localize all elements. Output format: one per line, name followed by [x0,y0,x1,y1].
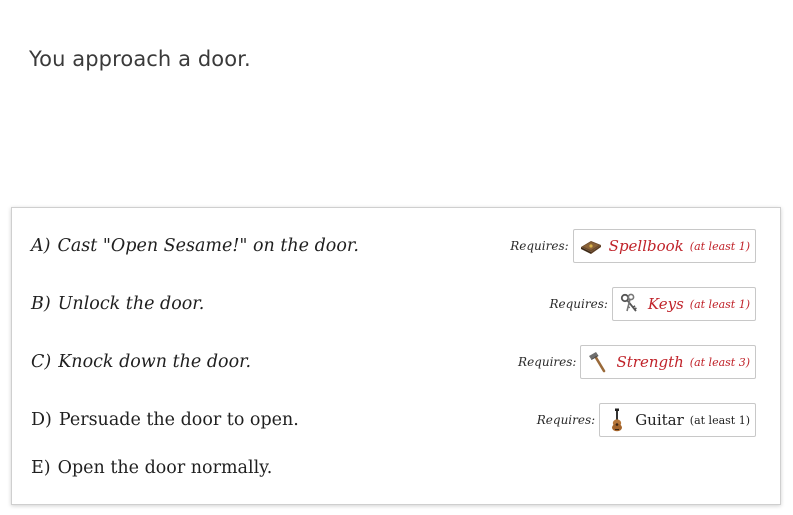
choice-c-text: C) Knock down the door. [31,352,251,372]
choice-b-text: B) Unlock the door. [31,294,204,314]
choice-letter: A) [31,236,51,256]
requires-label: Requires: [510,239,569,253]
choice-label: Persuade the door to open. [58,410,299,430]
keys-icon [620,293,637,312]
choice-c: C) Knock down the door. Requires: Strengt… [12,342,780,382]
choice-letter: C) [31,352,52,372]
choice-label: Cast "Open Sesame!" on the door. [57,236,359,256]
requirement-quantity: (at least 1) [689,413,750,427]
choice-d[interactable]: D) Persuade the door to open. Requires: G… [12,400,780,440]
requirement-quantity: (at least 1) [689,297,750,311]
choice-letter: D) [31,410,52,430]
requires-label: Requires: [536,413,596,427]
requirement-name: Keys [647,295,684,313]
requirement-badge: Guitar (at least 1) [599,403,756,437]
requirement-quantity: (at least 1) [689,239,750,253]
requires-label: Requires: [549,297,608,311]
choice-d-requirement: Requires: Guitar (at least 1) [537,403,756,437]
requirement-quantity: (at least 3) [689,355,750,369]
requires-label: Requires: [518,355,577,369]
choice-e[interactable]: E) Open the door normally. [12,448,780,488]
choice-letter: B) [31,294,51,314]
requirement-badge: Spellbook (at least 1) [572,229,756,263]
choices-panel: A) Cast "Open Sesame!" on the door. Requi… [11,207,781,505]
narration-text: You approach a door. [29,47,251,71]
choice-label: Unlock the door. [57,294,205,314]
choice-letter: E) [31,458,51,478]
hammer-icon [589,352,606,373]
requirement-badge: Keys (at least 1) [611,287,756,321]
choice-d-text[interactable]: D) Persuade the door to open. [31,410,299,430]
choice-b-requirement: Requires: Keys (at least 1) [549,287,756,321]
choice-e-text[interactable]: E) Open the door normally. [31,458,272,478]
choice-c-requirement: Requires: Strength (at least 3) [518,345,756,379]
choice-a-requirement: Requires: Spellbook (at least 1) [510,229,756,263]
choice-a: A) Cast "Open Sesame!" on the door. Requi… [12,226,780,266]
choice-b: B) Unlock the door. Requires: Keys (at le… [12,284,780,324]
requirement-name: Spellbook [608,237,684,255]
choice-label: Knock down the door. [58,352,252,372]
requirement-name: Strength [616,353,684,371]
spellbook-icon [580,241,601,254]
choice-label: Open the door normally. [57,458,273,478]
requirement-badge: Strength (at least 3) [580,345,756,379]
choice-a-text: A) Cast "Open Sesame!" on the door. [31,236,359,256]
requirement-name: Guitar [635,411,684,429]
guitar-icon [612,408,623,432]
